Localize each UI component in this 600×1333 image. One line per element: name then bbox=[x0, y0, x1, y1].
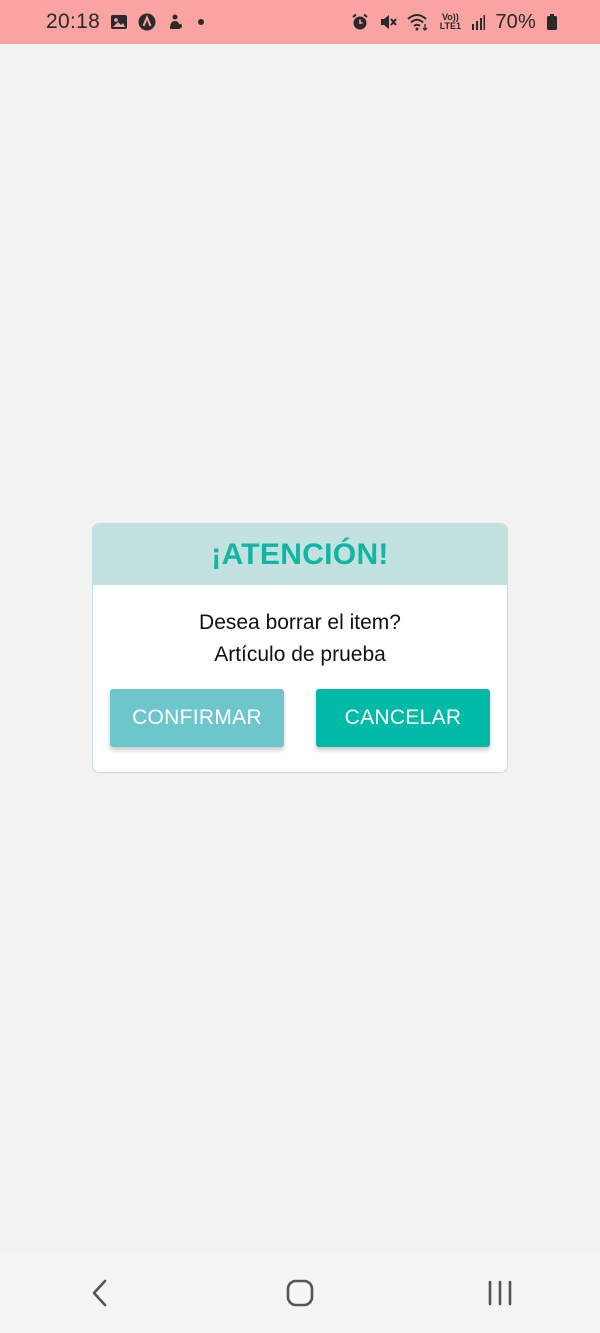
alarm-icon bbox=[351, 13, 369, 31]
wifi-icon bbox=[407, 13, 429, 31]
confirm-button[interactable]: CONFIRMAR bbox=[110, 689, 284, 747]
status-time: 20:18 bbox=[46, 10, 101, 33]
back-button[interactable] bbox=[70, 1263, 130, 1323]
status-left: 20:18 bbox=[46, 10, 205, 34]
home-icon bbox=[286, 1279, 314, 1307]
gallery-icon bbox=[110, 13, 128, 31]
confirm-dialog: ¡ATENCIÓN! Desea borrar el item? Artícul… bbox=[92, 523, 508, 773]
recents-icon bbox=[488, 1280, 512, 1306]
lte-icon: Vo)) LTE1 bbox=[439, 12, 462, 31]
dialog-title: ¡ATENCIÓN! bbox=[211, 537, 389, 571]
dialog-item-name: Artículo de prueba bbox=[214, 643, 386, 666]
dialog-actions: CONFIRMAR CANCELAR bbox=[110, 689, 490, 747]
mute-icon bbox=[379, 13, 398, 31]
app-a-icon bbox=[138, 13, 156, 31]
dialog-message: Desea borrar el item? bbox=[199, 611, 401, 634]
dialog-header: ¡ATENCIÓN! bbox=[93, 524, 507, 585]
home-button[interactable] bbox=[270, 1263, 330, 1323]
screen: 20:18 Vo)) LTE1 70% ¡ATENCIÓN! Desea bor… bbox=[0, 0, 600, 1333]
dialog-body: Desea borrar el item? Artículo de prueba bbox=[93, 585, 507, 671]
battery-percent: 70% bbox=[495, 10, 536, 33]
signal-icon bbox=[471, 13, 486, 31]
dot-icon bbox=[198, 19, 205, 25]
cancel-button[interactable]: CANCELAR bbox=[316, 689, 490, 747]
recents-button[interactable] bbox=[470, 1263, 530, 1323]
status-right: Vo)) LTE1 70% bbox=[351, 11, 558, 34]
navigation-bar bbox=[0, 1253, 600, 1333]
status-bar: 20:18 Vo)) LTE1 70% bbox=[0, 0, 600, 44]
back-icon bbox=[92, 1279, 107, 1307]
notification-icon bbox=[166, 13, 184, 31]
battery-icon bbox=[546, 13, 558, 31]
